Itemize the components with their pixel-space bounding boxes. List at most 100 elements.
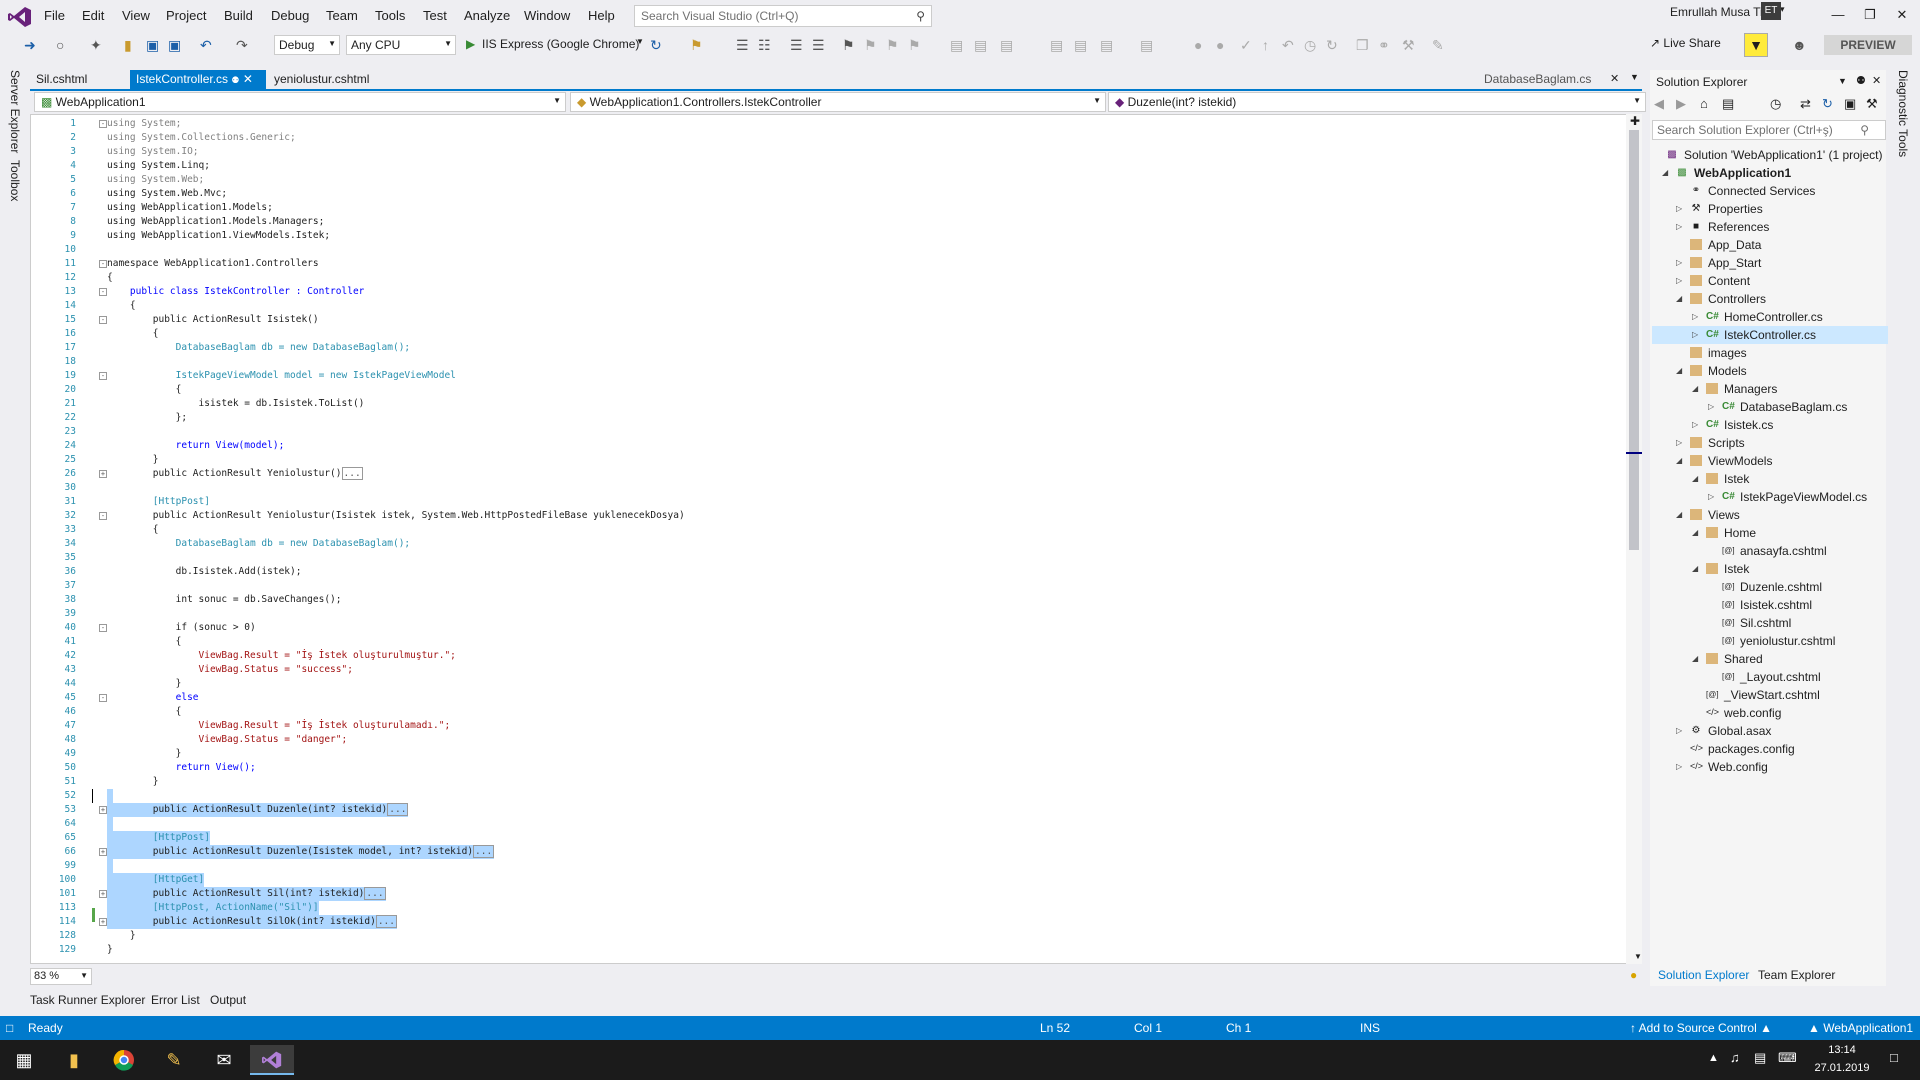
menu-build[interactable]: Build <box>224 8 253 23</box>
close-icon[interactable]: ✕ <box>1610 72 1619 85</box>
tree-item[interactable]: ◢ Controllers <box>1652 290 1888 308</box>
sql-icon[interactable]: ▤ <box>1000 37 1013 54</box>
uncomment-icon[interactable]: ☰ <box>812 37 825 54</box>
preview-button[interactable]: PREVIEW <box>1824 35 1912 55</box>
collapse-arrow-icon[interactable]: ◢ <box>1676 506 1682 524</box>
new-project-icon[interactable]: ✦ <box>90 37 102 54</box>
expand-arrow-icon[interactable]: ▷ <box>1676 434 1682 452</box>
pending-changes-icon[interactable]: ◷ <box>1770 96 1781 112</box>
chevron-down-icon[interactable]: ▼ <box>636 37 644 46</box>
split-editor-icon[interactable]: ✚ <box>1630 114 1640 128</box>
expand-arrow-icon[interactable]: ▷ <box>1676 272 1682 290</box>
expand-arrow-icon[interactable]: ▷ <box>1676 218 1682 236</box>
tree-item[interactable]: ▩ Solution 'WebApplication1' (1 project) <box>1652 146 1888 164</box>
taskbar-time[interactable]: 13:14 <box>1812 1044 1872 1056</box>
keyboard-icon[interactable]: ⌨ <box>1778 1050 1797 1066</box>
undo-icon[interactable]: ↶ <box>200 37 212 54</box>
configuration-select[interactable]: Debug ▼ <box>274 35 340 55</box>
collapse-arrow-icon[interactable]: ◢ <box>1662 164 1668 182</box>
find-icon[interactable]: ⚑ <box>690 37 703 54</box>
show-hidden-icons-icon[interactable]: ▲ <box>1708 1052 1719 1064</box>
sync-icon[interactable]: ⇄ <box>1800 96 1811 112</box>
collapse-icon[interactable]: - <box>99 120 107 128</box>
expand-icon[interactable]: + <box>99 890 107 898</box>
bookmark-icon[interactable]: ⚑ <box>842 37 855 54</box>
tab-databasebaglam-cs[interactable]: DatabaseBaglam.cs <box>1478 70 1597 89</box>
menu-debug[interactable]: Debug <box>271 8 309 23</box>
forward-icon[interactable]: ○ <box>56 37 64 53</box>
member-navigation-select[interactable]: ◆ Duzenle(int? istekid) ▼ <box>1108 92 1646 112</box>
tree-item[interactable]: [@] _ViewStart.cshtml <box>1652 686 1888 704</box>
bookmark-prev-icon[interactable]: ⚑ <box>886 37 899 54</box>
expand-arrow-icon[interactable]: ▷ <box>1692 416 1698 434</box>
tab-istekcontroller-cs[interactable]: IstekController.cs ⚉ ✕ <box>130 70 266 89</box>
menu-help[interactable]: Help <box>588 8 615 23</box>
save-all-icon[interactable]: ▣ <box>168 37 181 54</box>
live-share-button[interactable]: ↗ Live Share <box>1650 36 1721 50</box>
collapse-icon[interactable]: - <box>99 372 107 380</box>
code-lines[interactable]: 1- using System; 2 using System.Collection… <box>31 117 1611 957</box>
diagnostic-tools-tab[interactable]: Diagnostic Tools <box>1896 70 1910 157</box>
sync-icon[interactable]: ↻ <box>1326 37 1338 54</box>
solution-tree[interactable]: ▩ Solution 'WebApplication1' (1 project) … <box>1652 146 1888 776</box>
scrollbar-thumb[interactable] <box>1629 130 1639 550</box>
stop-icon[interactable]: ● <box>1216 37 1224 53</box>
tree-item[interactable]: ▷ ■ References <box>1652 218 1888 236</box>
copy-icon[interactable]: ❐ <box>1356 37 1369 54</box>
solution-search-input[interactable]: Search Solution Explorer (Ctrl+ş) ⚲ <box>1652 120 1886 140</box>
collapsed-region[interactable]: ... <box>375 915 397 928</box>
run-target-button[interactable]: IIS Express (Google Chrome) <box>482 37 639 51</box>
back-icon[interactable]: ◀ <box>1654 96 1664 112</box>
collapse-icon[interactable]: - <box>99 512 107 520</box>
pin-icon[interactable]: ⚉ <box>1856 74 1866 87</box>
chevron-down-icon[interactable]: ▼ <box>1838 76 1847 86</box>
tree-item[interactable]: ▷ App_Start <box>1652 254 1888 272</box>
redo-icon[interactable]: ↷ <box>236 37 248 54</box>
tree-item[interactable]: </> web.config <box>1652 704 1888 722</box>
visual-studio-taskbar-icon[interactable] <box>250 1045 294 1075</box>
platform-select[interactable]: Any CPU ▼ <box>346 35 456 55</box>
menu-team[interactable]: Team <box>326 8 358 23</box>
solution-icon[interactable]: ☷ <box>758 37 771 54</box>
collapse-arrow-icon[interactable]: ◢ <box>1692 470 1698 488</box>
taskbar-date[interactable]: 27.01.2019 <box>1808 1062 1876 1074</box>
expand-arrow-icon[interactable]: ▷ <box>1676 758 1682 776</box>
bookmark-clear-icon[interactable]: ⚑ <box>908 37 921 54</box>
tab-team-explorer[interactable]: Team Explorer <box>1758 968 1835 982</box>
tree-item[interactable]: ▷ C# IstekPageViewModel.cs <box>1652 488 1888 506</box>
collapse-icon[interactable]: - <box>99 288 107 296</box>
align-icon[interactable]: ▤ <box>1074 37 1087 54</box>
restore-icon[interactable]: ❐ <box>1856 4 1884 26</box>
expand-icon[interactable]: + <box>99 470 107 478</box>
wrench-icon[interactable]: ⚒ <box>1402 37 1415 54</box>
tab-task-runner-explorer[interactable]: Task Runner Explorer <box>30 993 145 1007</box>
collapse-icon[interactable]: - <box>99 694 107 702</box>
tree-item[interactable]: [@] anasayfa.cshtml <box>1652 542 1888 560</box>
user-name[interactable]: Emrullah Musa Tilki <box>1670 5 1774 19</box>
tab-sil-cshtml[interactable]: Sil.cshtml <box>30 70 93 89</box>
menu-test[interactable]: Test <box>423 8 447 23</box>
back-icon[interactable]: ➜ <box>24 37 36 54</box>
expand-icon[interactable]: + <box>99 918 107 926</box>
format-icon[interactable]: ▤ <box>950 37 963 54</box>
collapse-arrow-icon[interactable]: ◢ <box>1692 524 1698 542</box>
tree-item[interactable]: ▷ Content <box>1652 272 1888 290</box>
tree-item[interactable]: [@] yeniolustur.cshtml <box>1652 632 1888 650</box>
refresh-icon[interactable]: ↻ <box>650 37 662 54</box>
network-icon[interactable]: ▤ <box>1754 1050 1766 1066</box>
bookmark-next-icon[interactable]: ⚑ <box>864 37 877 54</box>
tree-item[interactable]: images <box>1652 344 1888 362</box>
tab-output[interactable]: Output <box>210 993 246 1007</box>
tree-item[interactable]: ⚭ Connected Services <box>1652 182 1888 200</box>
tree-item[interactable]: ▷ C# IstekController.cs <box>1652 326 1888 344</box>
expand-arrow-icon[interactable]: ▷ <box>1676 254 1682 272</box>
project-navigation-select[interactable]: ▩ WebApplication1 ▼ <box>34 92 566 112</box>
tree-item[interactable]: ◢ ViewModels <box>1652 452 1888 470</box>
tab-yeniolustur-cshtml[interactable]: yeniolustur.cshtml <box>268 70 375 89</box>
notifications-icon[interactable]: □ <box>1890 1050 1898 1065</box>
up-icon[interactable]: ↑ <box>1262 37 1269 53</box>
file-explorer-icon[interactable]: ▮ <box>54 1045 94 1075</box>
tree-item[interactable]: ◢ Istek <box>1652 470 1888 488</box>
menu-tools[interactable]: Tools <box>375 8 405 23</box>
layout-icon[interactable]: ▤ <box>1050 37 1063 54</box>
